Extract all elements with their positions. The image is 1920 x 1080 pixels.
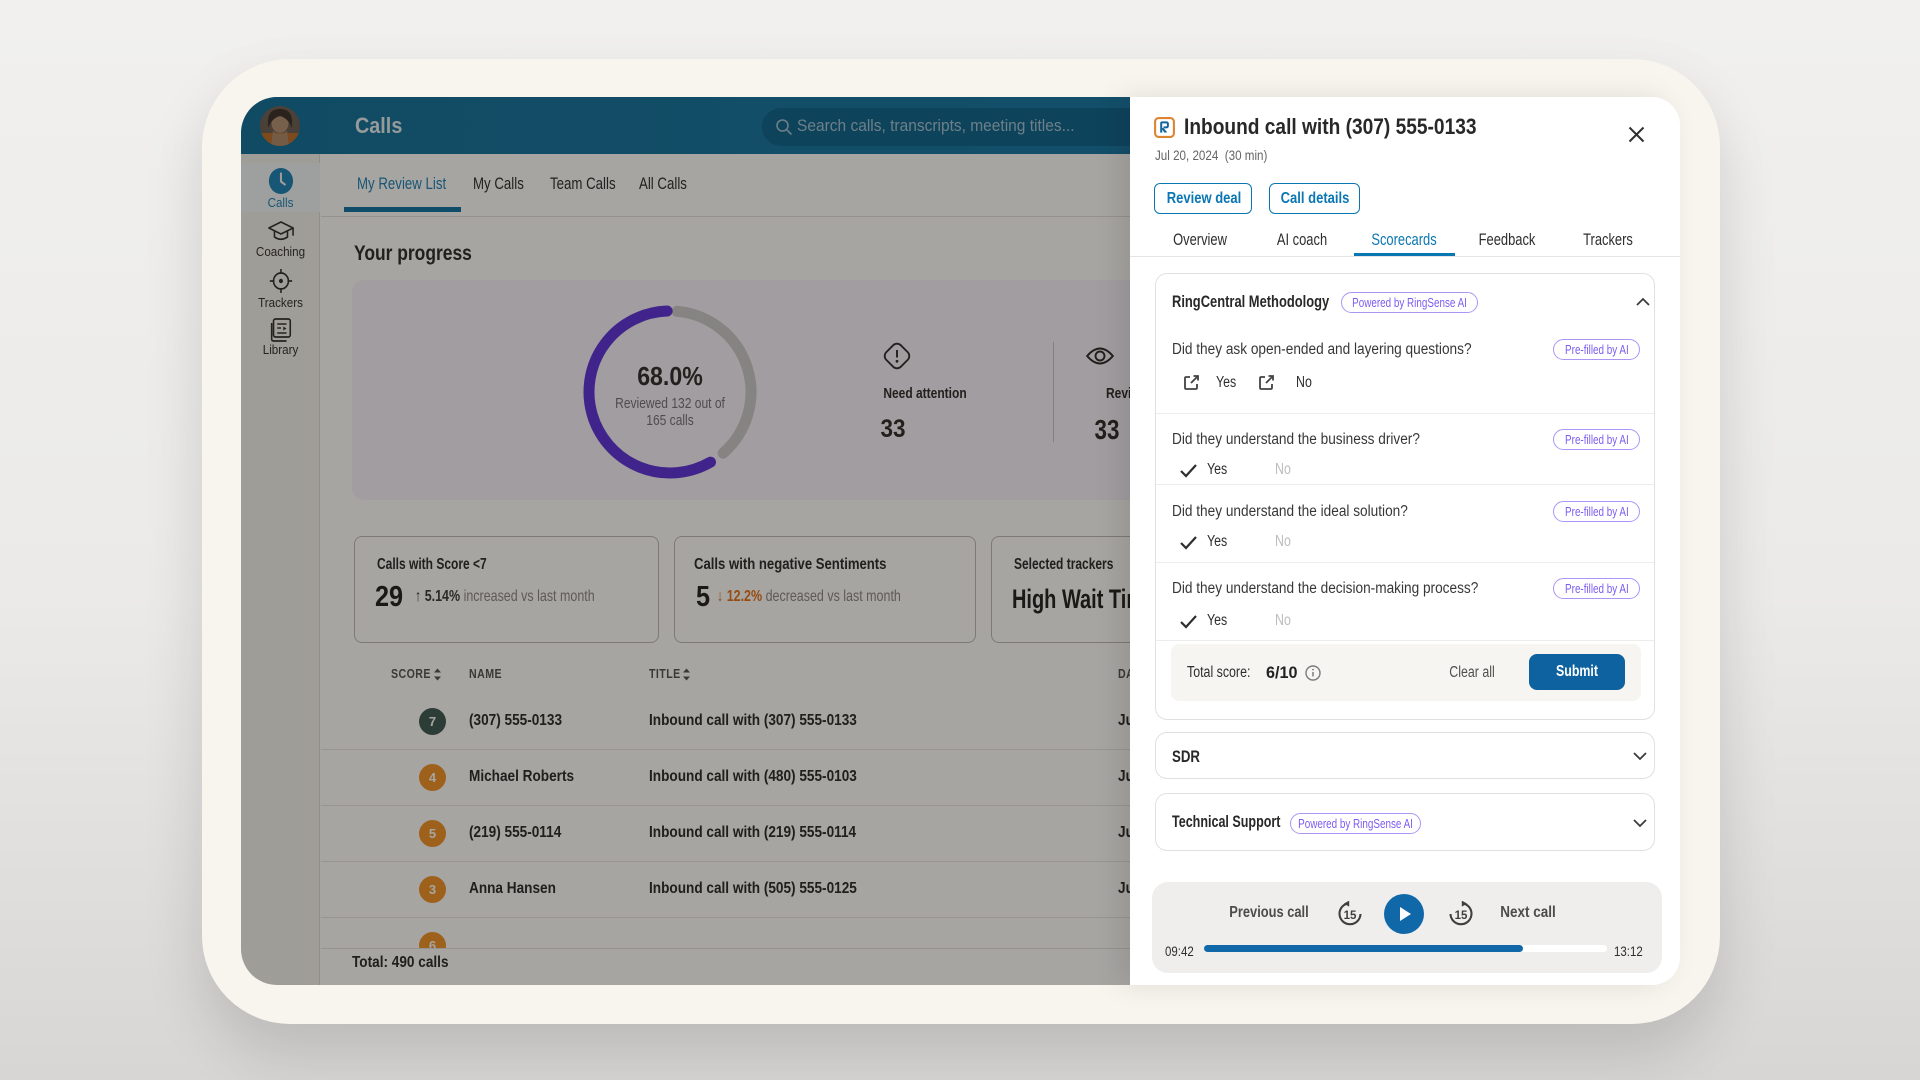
svg-text:15: 15 (1455, 910, 1468, 922)
svg-text:15: 15 (1344, 910, 1357, 922)
